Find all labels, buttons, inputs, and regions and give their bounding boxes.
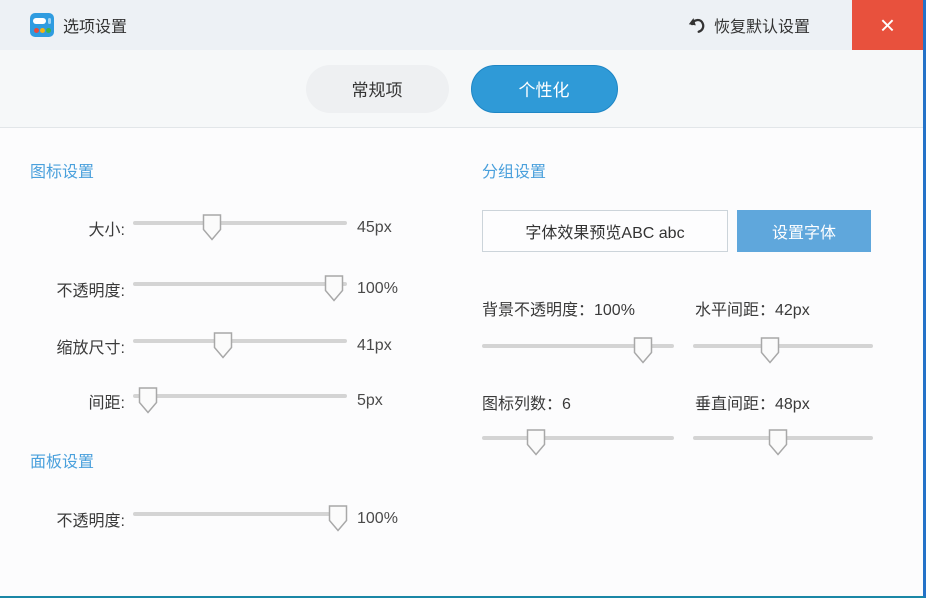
icon-gap-slider[interactable]: [133, 386, 347, 416]
icon-scale-value: 41px: [357, 337, 392, 355]
icon-scale-slider[interactable]: [133, 331, 347, 361]
icon-gap-label: 间距:: [20, 389, 125, 413]
slider-track: [133, 512, 347, 516]
slider-thumb[interactable]: [760, 337, 780, 364]
app-logo-icon: [30, 13, 54, 37]
tab-personalization-label: 个性化: [519, 76, 570, 101]
slider-thumb[interactable]: [324, 275, 344, 302]
titlebar: 选项设置 恢复默认设置 ×: [0, 0, 923, 50]
icon-gap-row: 间距: 5px: [20, 386, 440, 416]
slider-thumb[interactable]: [202, 214, 222, 241]
logo-green-dot: [46, 28, 51, 33]
icon-scale-label: 缩放尺寸:: [20, 334, 125, 358]
icon-opacity-label: 不透明度:: [20, 277, 125, 301]
panel-opacity-row: 不透明度: 100%: [20, 504, 440, 534]
logo-yellow-dot: [40, 28, 45, 33]
slider-track: [482, 436, 674, 440]
font-preview-label: 字体效果预览ABC abc: [525, 219, 684, 243]
icon-opacity-row: 不透明度: 100%: [20, 274, 440, 304]
slider-track: [133, 339, 347, 343]
group-settings-heading: 分组设置: [482, 158, 546, 182]
tab-general-label: 常规项: [352, 76, 403, 101]
slider-thumb[interactable]: [526, 429, 546, 456]
panel-settings-heading: 面板设置: [30, 448, 94, 472]
slider-track: [133, 221, 347, 225]
icon-size-label: 大小:: [20, 216, 125, 240]
icon-opacity-slider[interactable]: [133, 274, 347, 304]
undo-icon: [686, 15, 707, 35]
window-title: 选项设置: [63, 13, 127, 37]
close-button[interactable]: ×: [852, 0, 923, 50]
bg-opacity-slider[interactable]: [482, 336, 674, 366]
icon-size-slider[interactable]: [133, 213, 347, 243]
font-preview-box[interactable]: 字体效果预览ABC abc: [482, 210, 728, 252]
main-content: 图标设置 大小: 45px 不透明度: 100% 缩放尺寸: 41px: [0, 129, 923, 596]
slider-thumb[interactable]: [633, 337, 653, 364]
vspacing-slider[interactable]: [693, 428, 873, 458]
logo-bar2-shape: [48, 18, 51, 24]
panel-opacity-value: 100%: [357, 510, 398, 528]
tab-personalization[interactable]: 个性化: [471, 65, 618, 113]
icon-gap-value: 5px: [357, 392, 383, 410]
icon-size-value: 45px: [357, 219, 392, 237]
set-font-button[interactable]: 设置字体: [737, 210, 871, 252]
close-icon: ×: [880, 12, 895, 38]
hspacing-label: 水平间距：42px: [695, 296, 810, 320]
hspacing-slider[interactable]: [693, 336, 873, 366]
slider-track: [693, 344, 873, 348]
slider-track: [133, 282, 347, 286]
logo-bar-shape: [33, 18, 46, 24]
icon-settings-heading: 图标设置: [30, 158, 94, 182]
restore-defaults-button[interactable]: 恢复默认设置: [686, 13, 810, 37]
slider-thumb[interactable]: [768, 429, 788, 456]
slider-thumb[interactable]: [138, 387, 158, 414]
bg-opacity-label: 背景不透明度：100%: [482, 296, 635, 320]
tab-strip: 常规项 个性化: [0, 50, 923, 128]
slider-thumb[interactable]: [328, 505, 348, 532]
icon-columns-slider[interactable]: [482, 428, 674, 458]
slider-track: [133, 394, 347, 398]
tab-general[interactable]: 常规项: [306, 65, 449, 113]
slider-thumb[interactable]: [213, 332, 233, 359]
options-dialog: 选项设置 恢复默认设置 × 常规项 个性化 图标设置 大小:: [0, 0, 926, 598]
icon-scale-row: 缩放尺寸: 41px: [20, 331, 440, 361]
vspacing-label: 垂直间距：48px: [695, 390, 810, 414]
set-font-button-label: 设置字体: [772, 219, 836, 243]
icon-opacity-value: 100%: [357, 280, 398, 298]
restore-defaults-label: 恢复默认设置: [714, 13, 810, 37]
icon-size-row: 大小: 45px: [20, 213, 440, 243]
panel-opacity-slider[interactable]: [133, 504, 347, 534]
panel-opacity-label: 不透明度:: [20, 507, 125, 531]
logo-red-dot: [34, 28, 39, 33]
icon-columns-label: 图标列数：6: [482, 390, 571, 414]
